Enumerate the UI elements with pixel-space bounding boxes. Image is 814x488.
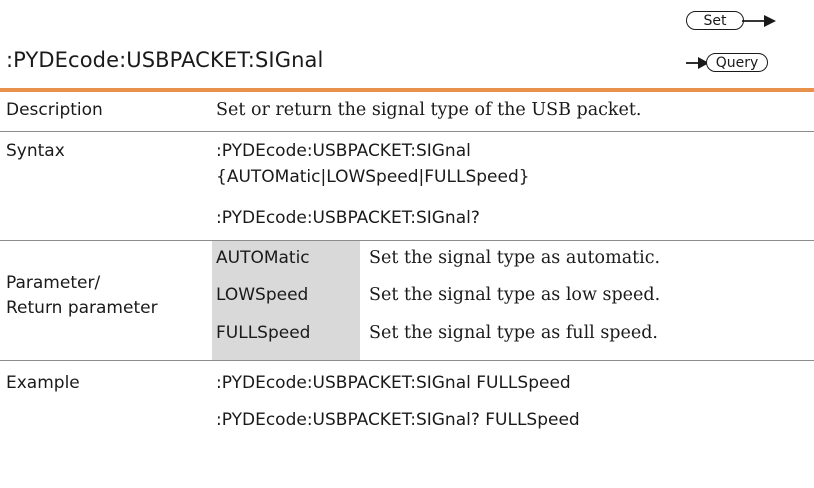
parameter-name: AUTOMatic bbox=[216, 248, 310, 268]
accent-rule bbox=[0, 88, 814, 92]
example-line: :PYDEcode:USBPACKET:SIGnal FULLSpeed bbox=[216, 373, 571, 393]
parameter-description: Set the signal type as full speed. bbox=[369, 323, 658, 343]
syntax-line: :PYDEcode:USBPACKET:SIGnal bbox=[216, 141, 471, 161]
divider bbox=[0, 240, 814, 241]
description-label: Description bbox=[6, 100, 103, 120]
divider bbox=[0, 131, 814, 132]
arrow-right-icon bbox=[742, 15, 776, 27]
query-badge: Query bbox=[706, 53, 768, 72]
syntax-line: :PYDEcode:USBPACKET:SIGnal? bbox=[216, 208, 480, 228]
parameter-description: Set the signal type as low speed. bbox=[369, 285, 661, 305]
parameter-name: LOWSpeed bbox=[216, 285, 309, 305]
example-line: :PYDEcode:USBPACKET:SIGnal? FULLSpeed bbox=[216, 410, 580, 430]
parameter-name: FULLSpeed bbox=[216, 323, 311, 343]
parameter-label: Parameter/ bbox=[6, 273, 101, 293]
syntax-line: {AUTOMatic|LOWSpeed|FULLSpeed} bbox=[216, 167, 530, 187]
example-label: Example bbox=[6, 373, 80, 393]
parameter-description: Set the signal type as automatic. bbox=[369, 248, 661, 268]
description-text: Set or return the signal type of the USB… bbox=[216, 100, 642, 120]
return-parameter-label: Return parameter bbox=[6, 298, 158, 318]
divider bbox=[0, 360, 814, 361]
command-title: :PYDEcode:USBPACKET:SIGnal bbox=[6, 48, 324, 72]
syntax-label: Syntax bbox=[6, 141, 65, 161]
set-badge: Set bbox=[686, 11, 744, 30]
